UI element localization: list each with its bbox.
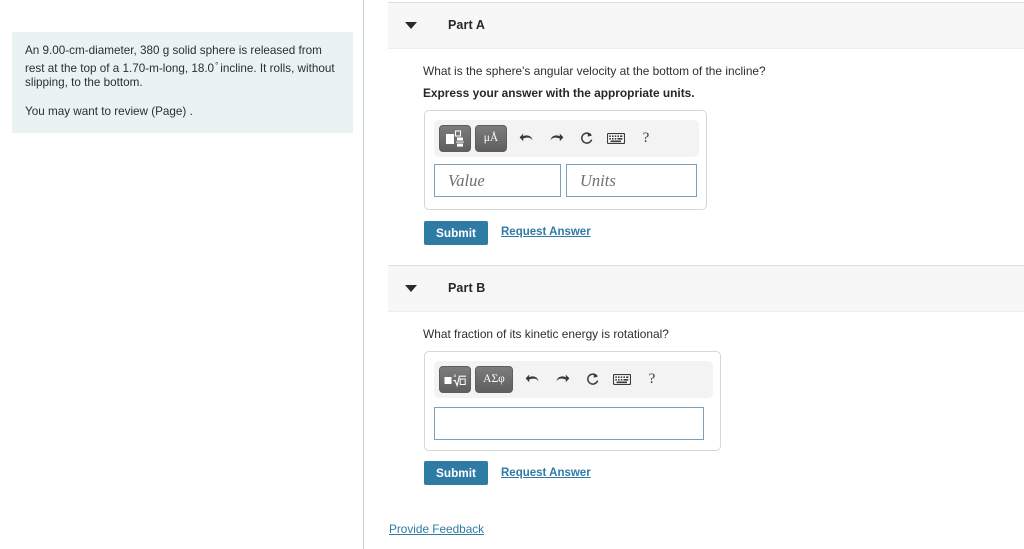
units-button-label: μÅ (483, 131, 499, 144)
greek-symbols-icon[interactable]: ΑΣφ (475, 366, 513, 393)
provide-feedback-link[interactable]: Provide Feedback (389, 522, 484, 536)
units-icon[interactable]: μÅ (475, 125, 507, 152)
redo-icon[interactable] (541, 125, 571, 152)
reset-glyph (580, 132, 592, 144)
math-template-icon[interactable] (439, 125, 471, 152)
reset-icon[interactable] (577, 366, 607, 393)
part-b-header[interactable]: Part B (388, 265, 1024, 312)
value-input[interactable]: Value (434, 164, 561, 197)
caret-down-icon[interactable] (405, 22, 417, 29)
part-b-title: Part B (448, 281, 486, 295)
undo-glyph (525, 374, 538, 382)
part-a-title: Part A (448, 18, 485, 32)
math-radical-glyph: n (444, 373, 466, 388)
caret-down-icon[interactable] (405, 285, 417, 292)
part-b-question: What fraction of its kinetic energy is r… (423, 327, 669, 341)
keyboard-glyph (613, 374, 631, 385)
part-a-request-answer-link[interactable]: Request Answer (501, 226, 591, 238)
review-line: You may want to review (Page) . (25, 104, 193, 118)
redo-glyph (550, 133, 563, 141)
answer-panel-column: Part A What is the sphere's angular velo… (364, 0, 1024, 549)
help-icon[interactable]: ? (637, 366, 667, 393)
undo-icon[interactable] (517, 366, 547, 393)
part-a-submit-button[interactable]: Submit (424, 221, 488, 245)
keyboard-glyph (607, 133, 625, 144)
problem-sidebar: An 9.00-cm-diameter, 380 g solid sphere … (0, 0, 364, 549)
undo-glyph (519, 133, 532, 141)
greek-button-label: ΑΣφ (483, 372, 505, 385)
units-input[interactable]: Units (566, 164, 697, 197)
part-b-request-answer-link[interactable]: Request Answer (501, 467, 591, 479)
part-a-toolbar: μÅ ? (434, 120, 699, 157)
help-icon[interactable]: ? (631, 125, 661, 152)
problem-statement-box: An 9.00-cm-diameter, 380 g solid sphere … (12, 32, 353, 134)
keyboard-icon[interactable] (601, 125, 631, 152)
svg-text:n: n (453, 373, 456, 379)
problem-text: An 9.00-cm-diameter, 380 g solid sphere … (25, 44, 337, 91)
units-input-placeholder: Units (580, 170, 616, 190)
part-b-toolbar: n ΑΣφ ? (434, 361, 713, 398)
part-a-answer-panel: μÅ ? Value Units (424, 110, 707, 210)
part-a-question: What is the sphere's angular velocity at… (423, 64, 766, 78)
part-b-submit-button[interactable]: Submit (424, 461, 488, 485)
math-radical-icon[interactable]: n (439, 366, 471, 393)
reset-glyph (586, 373, 598, 385)
reset-icon[interactable] (571, 125, 601, 152)
redo-icon[interactable] (547, 366, 577, 393)
part-a-header[interactable]: Part A (388, 2, 1024, 49)
part-b-answer-panel: n ΑΣφ ? (424, 351, 721, 451)
value-input-placeholder: Value (448, 170, 485, 190)
redo-glyph (556, 374, 569, 382)
undo-icon[interactable] (511, 125, 541, 152)
answer-input[interactable] (434, 407, 704, 440)
math-template-glyph (445, 130, 464, 147)
keyboard-icon[interactable] (607, 366, 637, 393)
part-a-instruction: Express your answer with the appropriate… (423, 86, 695, 100)
